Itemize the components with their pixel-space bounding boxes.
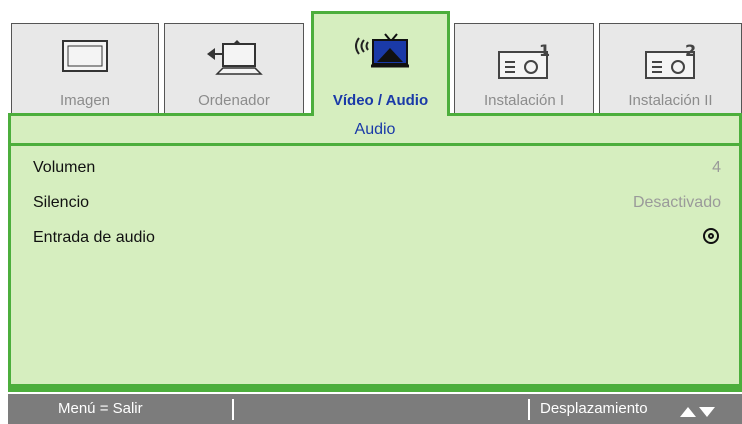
screen-icon: [60, 38, 110, 79]
footer-divider: [528, 399, 530, 420]
setting-value: 4: [712, 159, 721, 176]
panel-bottom-border: [8, 387, 742, 392]
settings-panel: Audio Volumen 4 Silencio Desactivado Ent…: [8, 113, 742, 387]
section-title: Audio: [11, 116, 739, 146]
tab-instalacion-1[interactable]: 1 Instalación I: [454, 23, 594, 115]
setting-label: Silencio: [33, 194, 90, 211]
computer-icon: [203, 38, 265, 87]
svg-text:1: 1: [539, 41, 550, 60]
setting-label: Entrada de audio: [33, 229, 155, 246]
tab-label: Imagen: [59, 92, 111, 109]
projector-1-icon: 1: [493, 38, 555, 87]
projector-2-icon: 2: [640, 38, 702, 87]
tab-video-audio[interactable]: Vídeo / Audio: [311, 11, 450, 116]
setting-row-volumen[interactable]: Volumen 4: [33, 153, 725, 183]
scroll-arrows: [680, 404, 715, 421]
tab-label: Ordenador: [198, 92, 270, 109]
footer-divider: [232, 399, 234, 420]
setting-label: Volumen: [33, 159, 96, 176]
svg-text:2: 2: [685, 41, 696, 60]
scroll-hint: Desplazamiento: [540, 400, 648, 417]
tab-instalacion-2[interactable]: 2 Instalación II: [599, 23, 742, 115]
setting-value: Desactivado: [632, 194, 721, 211]
arrow-down-icon: [699, 407, 715, 417]
tab-label: Vídeo / Audio: [332, 92, 429, 109]
footer-bar: Menú = Salir Desplazamiento: [8, 394, 742, 424]
tab-bar: Imagen Ordenador Vídeo / Audio 1 Instala…: [8, 9, 742, 116]
enter-icon[interactable]: [703, 228, 719, 244]
arrow-up-icon: [680, 407, 696, 417]
tab-ordenador[interactable]: Ordenador: [164, 23, 304, 115]
tab-label: Instalación I: [483, 92, 565, 109]
tab-imagen[interactable]: Imagen: [11, 23, 159, 115]
setting-row-entrada-de-audio[interactable]: Entrada de audio: [33, 223, 725, 253]
setting-row-silencio[interactable]: Silencio Desactivado: [33, 188, 725, 218]
exit-hint: Menú = Salir: [58, 400, 143, 417]
video-audio-icon: [345, 26, 417, 77]
tab-label: Instalación II: [628, 92, 713, 109]
osd-menu: Imagen Ordenador Vídeo / Audio 1 Instala…: [8, 9, 742, 424]
